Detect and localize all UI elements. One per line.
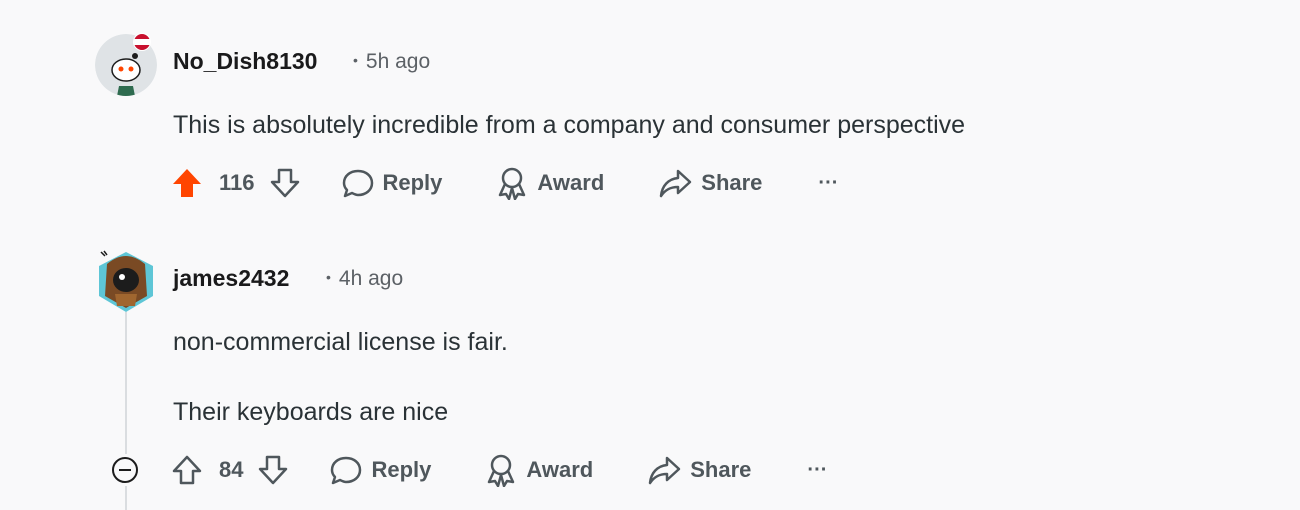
award-button[interactable]: Award bbox=[485, 453, 593, 487]
reply-button[interactable]: Reply bbox=[341, 167, 443, 199]
flag-badge-icon bbox=[133, 33, 151, 51]
reply-label: Reply bbox=[382, 170, 443, 195]
comment-paragraph: non-commercial license is fair. bbox=[173, 328, 508, 356]
thread-line[interactable] bbox=[125, 312, 127, 454]
time-ago[interactable]: 5h ago bbox=[366, 50, 430, 73]
downvote-icon bbox=[259, 455, 288, 485]
downvote-icon bbox=[270, 168, 299, 198]
reply-label: Reply bbox=[371, 457, 432, 482]
comment-paragraph: Their keyboards are nice bbox=[173, 398, 449, 426]
share-arrow-icon bbox=[649, 456, 681, 485]
upvote-button[interactable] bbox=[170, 167, 208, 199]
vote-count: 84 bbox=[219, 457, 244, 482]
downvote-button[interactable] bbox=[268, 167, 302, 199]
upvote-button[interactable] bbox=[170, 454, 208, 486]
share-label: Share bbox=[701, 170, 763, 195]
avatar[interactable] bbox=[95, 250, 157, 314]
share-arrow-icon bbox=[660, 169, 692, 198]
vote-count: 116 bbox=[219, 170, 255, 195]
share-button[interactable]: Share bbox=[658, 167, 762, 199]
share-button[interactable]: Share bbox=[647, 454, 751, 486]
upvote-icon bbox=[172, 455, 202, 485]
more-options-button[interactable]: ··· bbox=[807, 459, 827, 482]
award-button[interactable]: Award bbox=[496, 166, 604, 200]
award-label: Award bbox=[537, 170, 605, 195]
separator-dot: • bbox=[353, 52, 358, 68]
share-label: Share bbox=[690, 457, 752, 482]
character-avatar-icon bbox=[99, 250, 153, 312]
thread-line[interactable] bbox=[125, 486, 127, 510]
comment-bubble-icon bbox=[342, 169, 373, 198]
timestamp: • 4h ago bbox=[326, 267, 403, 291]
username[interactable]: james2432 bbox=[173, 265, 289, 292]
comment-bubble-icon bbox=[331, 456, 362, 485]
time-ago[interactable]: 4h ago bbox=[339, 267, 403, 290]
collapse-thread-button[interactable] bbox=[112, 457, 138, 483]
award-icon bbox=[488, 454, 515, 487]
upvote-filled-icon bbox=[173, 169, 201, 197]
comment-text: This is absolutely incredible from a com… bbox=[173, 111, 966, 139]
more-options-button[interactable]: ··· bbox=[818, 172, 838, 195]
downvote-button[interactable] bbox=[256, 454, 290, 486]
separator-dot: • bbox=[326, 269, 331, 285]
reply-button[interactable]: Reply bbox=[329, 454, 431, 486]
award-label: Award bbox=[526, 457, 594, 482]
minus-icon bbox=[119, 468, 131, 472]
username[interactable]: No_Dish8130 bbox=[173, 48, 317, 75]
comment-actions: 116 Reply Award Share ··· bbox=[170, 163, 838, 203]
timestamp: • 5h ago bbox=[353, 50, 430, 74]
comment-actions: 84 Reply Award Share ··· bbox=[170, 450, 827, 490]
award-icon bbox=[499, 167, 526, 200]
